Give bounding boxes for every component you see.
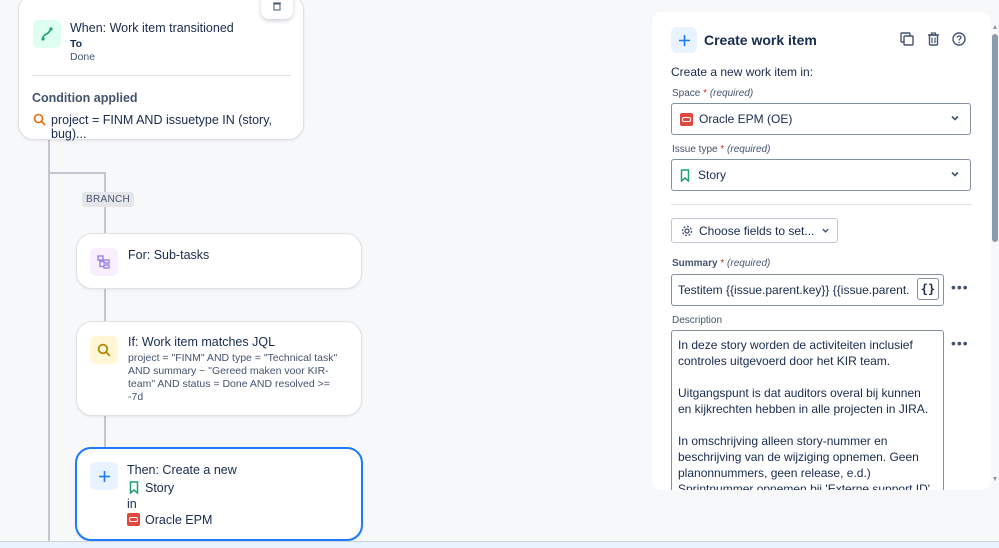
action-title: Then: Create a new (127, 463, 237, 477)
panel-scrollbar[interactable]: ▲ ▼ (991, 24, 999, 485)
create-work-item-panel: Create work item Create a new work item … (652, 12, 991, 490)
required-asterisk: * (717, 144, 725, 155)
trigger-delete-button[interactable] (261, 0, 293, 19)
help-icon (952, 32, 966, 46)
space-required-text: (required) (709, 88, 754, 99)
summary-more-button[interactable]: ••• (951, 280, 969, 294)
plus-icon (678, 34, 690, 46)
jql-line: team" AND status = Done AND resolved >= (128, 378, 330, 390)
scroll-up-icon[interactable]: ▲ (991, 24, 999, 32)
space-select[interactable]: Oracle EPM (OE) (671, 103, 971, 135)
oracle-space-icon (127, 513, 140, 526)
choose-fields-button[interactable]: Choose fields to set... (671, 218, 838, 243)
description-paragraph: In omschrijving alleen story-nummer en b… (678, 434, 934, 490)
connector-line (48, 172, 106, 174)
trash-icon (273, 2, 281, 11)
action-space: Oracle EPM (145, 513, 213, 527)
condition-heading: Condition applied (32, 91, 138, 105)
plus-icon (98, 470, 110, 482)
delete-button[interactable] (923, 29, 943, 49)
space-label-text: Space (672, 88, 701, 99)
transition-icon (41, 27, 53, 41)
jql-condition-card[interactable]: If: Work item matches JQL project = "FIN… (76, 321, 362, 416)
chevron-down-icon (822, 228, 830, 233)
summary-required-text: (required) (727, 258, 771, 269)
connector-line (104, 288, 106, 322)
branch-title: For: Sub-tasks (128, 248, 210, 262)
required-asterisk: * (700, 88, 708, 99)
duplicate-button[interactable] (897, 29, 917, 49)
jql-title: If: Work item matches JQL (128, 335, 276, 349)
search-icon (97, 343, 111, 357)
action-icon-box (90, 462, 118, 490)
choose-fields-label: Choose fields to set... (699, 223, 815, 238)
scroll-thumb[interactable] (992, 34, 998, 242)
jql-icon-box (90, 336, 118, 364)
issue-type-label-text: Issue type (672, 144, 718, 155)
panel-title: Create work item (704, 32, 817, 48)
summary-input[interactable]: Testitem {{issue.parent.key}} {{issue.pa… (671, 274, 944, 306)
space-value: Oracle EPM (OE) (699, 112, 793, 126)
issue-type-select[interactable]: Story (671, 159, 971, 191)
description-textarea[interactable]: In deze story worden de activiteiten inc… (671, 330, 944, 490)
issue-type-value: Story (698, 168, 727, 182)
jql-line: -7d (128, 391, 144, 403)
jql-line: AND summary ~ "Gereed maken voor KIR- (128, 365, 329, 377)
summary-label: Summary * (required) (672, 258, 770, 269)
issue-type-label: Issue type * (required) (672, 144, 770, 155)
gear-icon (681, 225, 693, 236)
branch-card[interactable]: For: Sub-tasks (76, 233, 362, 289)
summary-value: Testitem {{issue.parent.key}} {{issue.pa… (678, 283, 910, 297)
divider (32, 75, 291, 76)
subtasks-icon (97, 255, 110, 269)
bottom-bar (0, 541, 999, 548)
panel-plus-icon-box (671, 27, 697, 53)
required-asterisk: * (717, 258, 725, 269)
trigger-to-label: To (70, 38, 83, 50)
description-paragraph: Uitgangspunt is dat auditors overal bij … (678, 386, 929, 416)
space-label: Space * (required) (672, 88, 753, 99)
smart-values-button[interactable]: {} (917, 278, 939, 300)
automation-canvas: BRANCH When: Work item transitioned To D… (0, 0, 650, 548)
chevron-down-icon (951, 115, 959, 121)
connector-line (48, 140, 50, 548)
story-icon (680, 168, 690, 182)
panel-subtitle: Create a new work item in: (671, 65, 814, 79)
oracle-space-icon (680, 112, 693, 126)
create-action-card[interactable]: Then: Create a new Story in Oracle EPM (75, 447, 363, 541)
trash-icon (927, 32, 939, 46)
issue-type-required-text: (required) (727, 144, 771, 155)
trigger-to-value: Done (70, 51, 96, 63)
divider (671, 204, 972, 205)
action-in-label: in (127, 497, 137, 511)
help-button[interactable] (949, 29, 969, 49)
description-paragraph: In deze story worden de activiteiten inc… (678, 338, 913, 368)
condition-text: project = FINM AND issuetype IN (story, … (51, 113, 273, 141)
trigger-title: When: Work item transitioned (70, 21, 234, 35)
connector-line (104, 414, 106, 448)
branch-icon-box (90, 248, 118, 276)
action-issue-type: Story (145, 481, 175, 495)
duplicate-icon (900, 32, 914, 46)
summary-label-text: Summary (672, 258, 718, 269)
scroll-down-icon[interactable]: ▼ (991, 476, 999, 484)
description-label: Description (672, 315, 723, 326)
story-icon (129, 481, 139, 494)
trigger-icon-box (33, 20, 61, 48)
jql-line: project = "FINM" AND type = "Technical t… (128, 352, 338, 364)
chevron-down-icon (951, 171, 959, 177)
search-icon (33, 113, 46, 126)
branch-tag: BRANCH (82, 192, 135, 207)
trigger-card[interactable]: When: Work item transitioned To Done Con… (18, 0, 304, 141)
description-more-button[interactable]: ••• (951, 336, 969, 350)
